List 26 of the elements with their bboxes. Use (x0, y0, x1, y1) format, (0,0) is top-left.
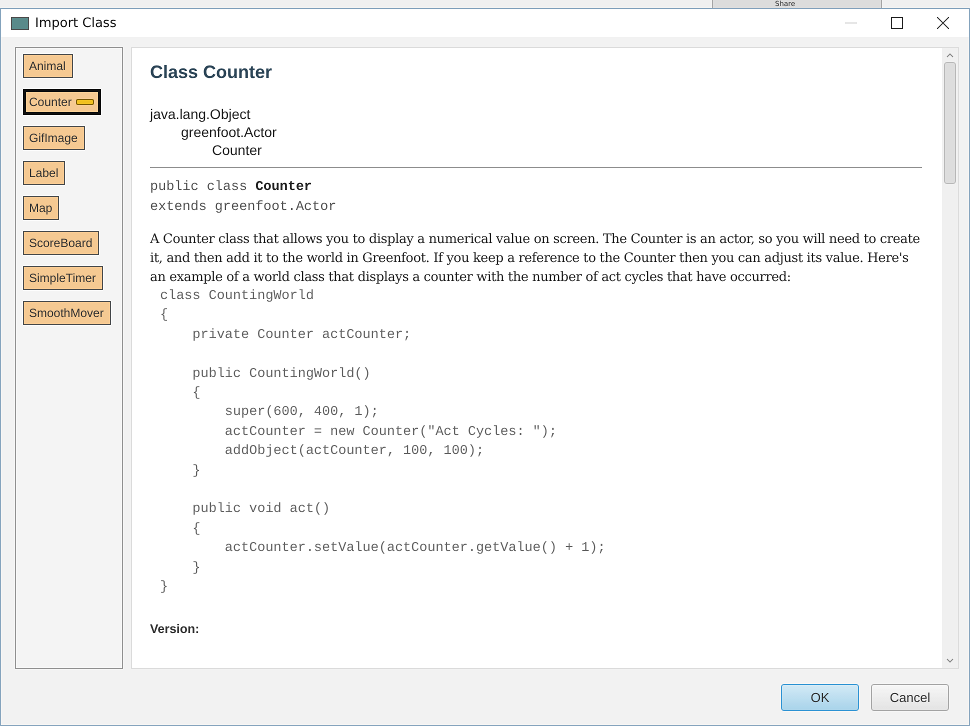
class-description: A Counter class that allows you to display a numerical value on screen. The Counter is an actor, so you will need to create it, and then add it to the world in Greenfoot. If you keep a reference to the Counter then you can adjust its value. Here's an example of a world class that displays a counter with the number of act cycles that have occurred: (150, 231, 921, 287)
marker-icon (76, 99, 94, 105)
class-title: Class Counter (150, 62, 274, 83)
class-item[interactable]: Counter (23, 89, 101, 115)
window-icon (11, 16, 29, 30)
hierarchy-entry: greenfoot.Actor (180, 123, 278, 141)
class-item[interactable]: ScoreBoard (23, 231, 100, 255)
close-icon[interactable] (937, 17, 949, 29)
code-example: class CountingWorld { private Counter actCounter; public CountingWorld() { super(600, 400, 1); actCounter = new Counter("Act Cycles: "); addObject(actCounter, 100, 100); } public void act() { actCounter.setValue(actCounter.getValue() + 1); } } (160, 288, 607, 598)
class-item[interactable]: SimpleTimer (23, 266, 103, 290)
scroll-thumb[interactable] (944, 62, 956, 184)
class-item[interactable]: Animal (23, 54, 73, 78)
maximize-icon[interactable] (891, 17, 903, 29)
scrollbar[interactable] (942, 48, 958, 668)
hierarchy-entry: Counter (211, 141, 263, 159)
class-item[interactable]: Label (23, 161, 66, 185)
dialog-button[interactable]: Cancel (871, 684, 949, 710)
hierarchy-entry: java.lang.Object (150, 105, 252, 123)
window-title: Import Class (35, 16, 118, 30)
version-label: Version: (150, 622, 200, 636)
extends-clause: extends greenfoot.Actor (150, 199, 338, 217)
class-signature: public class Counter (150, 179, 314, 197)
class-item[interactable]: SmoothMover (23, 301, 111, 325)
class-item[interactable]: GifImage (23, 126, 85, 150)
class-item[interactable]: Map (23, 196, 60, 220)
dialog-button[interactable]: OK (781, 684, 859, 710)
